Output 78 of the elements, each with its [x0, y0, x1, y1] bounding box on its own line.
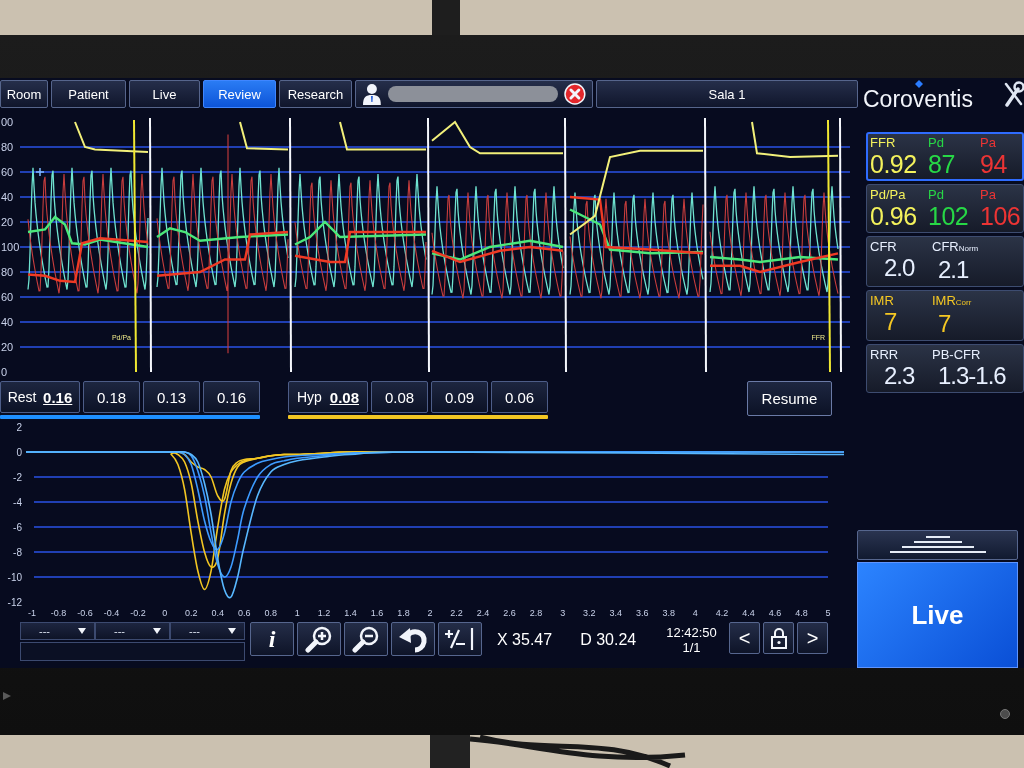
axis-label: 20 — [1, 341, 14, 353]
metric-value: 0.96 — [870, 202, 917, 230]
axis-label: -8 — [13, 547, 22, 558]
axis-label: 1 — [294, 608, 300, 618]
metric-value: 106 — [980, 202, 1021, 230]
axis-label: 0 — [16, 447, 22, 458]
axis-label: 3.6 — [636, 608, 649, 618]
metric-value: 0.92 — [870, 150, 917, 178]
metric-label: IMR — [870, 293, 894, 308]
axis-label: 0 — [1, 366, 8, 378]
axis-label: 2.4 — [476, 608, 490, 618]
logo-text: Coroventis — [863, 88, 973, 111]
axis-label: 40 — [1, 316, 14, 328]
axis-label: 2 — [16, 423, 22, 433]
axis-label: 60 — [1, 291, 14, 303]
axis-label: 80 — [1, 141, 14, 153]
axis-label: -0.6 — [77, 608, 93, 618]
metric-value: 7 — [884, 308, 897, 336]
axis-label: 2.2 — [450, 608, 463, 618]
d-readout: D 30.24 — [580, 631, 637, 649]
metric-value: 1.3-1.6 — [938, 362, 1006, 390]
axis-label: 0.2 — [184, 608, 198, 618]
metric-label: Pa — [980, 135, 996, 150]
page-counter: 1/1 — [682, 640, 701, 655]
axis-label: -4 — [13, 497, 22, 508]
metric-value: 87 — [928, 150, 955, 178]
x-readout: X 35.47 — [497, 631, 553, 649]
axis-label: 1.4 — [344, 608, 357, 618]
metric-label: FFR — [870, 135, 896, 150]
axis-label: 4.2 — [715, 608, 729, 618]
axis-label: 1.2 — [317, 608, 331, 618]
time-readout: 12:42:50 — [666, 625, 717, 640]
axis-label: 0.4 — [211, 608, 224, 618]
axis-label: -6 — [13, 522, 22, 533]
metric-value: 7 — [938, 310, 951, 338]
axis-label: 4 — [692, 608, 698, 618]
axis-label: 2 — [427, 608, 433, 618]
metric-label: RRR — [870, 347, 899, 362]
axis-label: 3 — [560, 608, 566, 618]
axis-label: 2.8 — [529, 608, 543, 618]
axis-label: 3.8 — [662, 608, 676, 618]
metric-value: 2.1 — [938, 256, 969, 284]
axis-label: -1 — [28, 608, 36, 618]
axis-label: -2 — [13, 472, 22, 483]
metric-value: 102 — [928, 202, 969, 230]
axis-label: 60 — [1, 166, 14, 178]
axis-label: 4.4 — [742, 608, 755, 618]
axis-label: -0.8 — [50, 608, 67, 618]
axis-label: 4.6 — [768, 608, 782, 618]
axis-label: 5 — [825, 608, 831, 618]
metric-value: 2.3 — [884, 362, 915, 390]
axis-label: -0.4 — [103, 608, 120, 618]
metric-value: 2.0 — [884, 254, 915, 282]
axis-label: 0.6 — [238, 608, 251, 618]
metric-value: 94 — [980, 150, 1007, 178]
metric-label: Pd/Pa — [870, 187, 906, 202]
axis-label: 3.2 — [582, 608, 596, 618]
axis-label: 2.6 — [503, 608, 516, 618]
axis-label: -10 — [7, 572, 22, 583]
axis-label: -12 — [7, 597, 22, 608]
axis-label: 4.8 — [795, 608, 808, 618]
metric-label: Pd — [928, 135, 944, 150]
axis-label: 0.8 — [264, 608, 278, 618]
axis-label: 80 — [1, 266, 14, 278]
metric-label: CFR — [870, 239, 897, 254]
axis-label: 00 — [1, 116, 14, 128]
metric-label: Pa — [980, 187, 996, 202]
axis-label: 1.6 — [370, 608, 384, 618]
metric-label: Pd — [928, 187, 944, 202]
axis-label: 100 — [1, 241, 20, 253]
location-label: Sala 1 — [596, 80, 858, 108]
axis-label: 0 — [162, 608, 168, 618]
axis-label: 40 — [1, 191, 14, 203]
axis-label: 20 — [1, 216, 14, 228]
axis-label: 3.4 — [609, 608, 622, 618]
axis-label: -0.2 — [130, 608, 146, 618]
axis-label: 1.8 — [397, 608, 410, 618]
metric-label: PB-CFR — [932, 347, 981, 362]
